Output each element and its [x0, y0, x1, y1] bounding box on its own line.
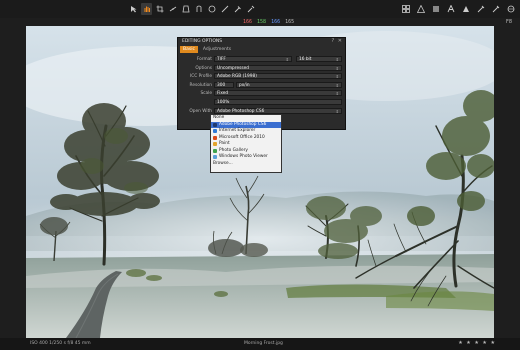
dialog-row: Scale Fixed ⇕ — [178, 90, 345, 97]
straighten-icon[interactable] — [167, 3, 178, 15]
row-field[interactable]: Adobe Photoshop CS6 ⇕ — [214, 107, 342, 114]
row-field[interactable]: 300 — [214, 81, 234, 88]
row-value: Fixed — [217, 91, 229, 97]
option-label: Browse... — [213, 160, 233, 166]
row-value: 300 — [217, 82, 226, 88]
chevron-updown-icon: ⇕ — [285, 57, 289, 62]
app-icon — [213, 155, 217, 160]
chevron-updown-icon: ⇕ — [335, 108, 339, 114]
app-icon — [213, 142, 217, 147]
dialog-tabs: Basic Adjustments — [180, 46, 234, 53]
dialog-row: 100% — [178, 99, 345, 106]
bottom-status-bar: ISO 400 1/250 s f/8 45 mm Morning Frost.… — [0, 338, 520, 350]
red-value: 166 — [243, 19, 253, 25]
chevron-updown-icon: ⇕ — [335, 57, 339, 62]
filename-label: Morning Frost.jpg — [244, 341, 283, 346]
image-viewer[interactable]: EDITING OPTIONS ? ✕ Basic Adjustments Fo… — [26, 26, 494, 338]
row-label: Format — [196, 57, 212, 62]
row-extra-value: px/in — [239, 82, 250, 88]
exposure-icon[interactable] — [460, 3, 471, 15]
row-label: Scale — [200, 91, 212, 97]
row-value: Adobe Photoshop CS6 — [217, 108, 265, 114]
right-tools — [400, 3, 516, 15]
dialog-row: Options Uncompressed ⇕ — [178, 64, 345, 72]
hand-icon[interactable] — [141, 3, 152, 15]
text-icon[interactable] — [445, 3, 456, 15]
app-icon — [213, 148, 217, 153]
close-icon[interactable]: ✕ — [338, 38, 342, 44]
circle-icon[interactable] — [206, 3, 217, 15]
keystone-icon[interactable] — [180, 3, 191, 15]
app-icon — [213, 129, 217, 134]
rating-stars[interactable]: ★ ★ ★ ★ ★ — [458, 340, 496, 346]
eyedropper-icon[interactable] — [245, 3, 256, 15]
dialog-title: EDITING OPTIONS — [182, 39, 223, 44]
chevron-updown-icon: ⇕ — [335, 91, 339, 97]
row-field[interactable]: Adobe RGB (1998) ⇕ — [214, 73, 342, 80]
tool-group — [128, 3, 256, 15]
chevron-updown-icon: ⇕ — [335, 82, 339, 88]
help-icon[interactable]: ? — [332, 38, 335, 44]
row-extra-field[interactable]: px/in ⇕ — [236, 81, 342, 88]
crop-icon[interactable] — [154, 3, 165, 15]
dialog-controls: ? ✕ — [332, 38, 342, 44]
row-field[interactable]: 100% — [214, 99, 342, 105]
row-field[interactable]: TIFF ⇕ — [214, 56, 292, 62]
green-value: 158 — [257, 19, 267, 25]
pick-icon[interactable] — [475, 3, 486, 15]
rgb-readout: 166 158 166 165 — [243, 19, 299, 25]
tab-basic[interactable]: Basic — [180, 46, 198, 53]
row-field[interactable]: Fixed ⇕ — [214, 90, 342, 97]
chevron-updown-icon: ⇕ — [335, 65, 339, 71]
spot-icon[interactable] — [193, 3, 204, 15]
wb-icon[interactable] — [505, 3, 516, 15]
select-icon[interactable] — [128, 3, 139, 15]
blue-value: 166 — [271, 19, 281, 25]
picker-icon[interactable] — [232, 3, 243, 15]
row-label: Options — [195, 65, 212, 71]
exif-info: ISO 400 1/250 s f/8 45 mm — [30, 341, 91, 346]
dialog-row: ICC Profile Adobe RGB (1998) ⇕ — [178, 73, 345, 80]
row-value: TIFF — [217, 57, 226, 62]
row-value: 100% — [217, 100, 230, 105]
open-with-dropdown: None Adobe Photoshop CS6 Internet Explorer… — [210, 114, 282, 173]
row-label: ICC Profile — [190, 74, 212, 80]
row-label: Resolution — [189, 82, 212, 88]
status-right: F8 — [505, 19, 512, 25]
row-value: Adobe RGB (1998) — [217, 74, 257, 80]
dropdown-option[interactable]: Browse... — [211, 161, 281, 168]
app-icon — [213, 122, 217, 127]
brush-icon[interactable] — [219, 3, 230, 15]
picker-icon[interactable] — [490, 3, 501, 15]
row-field[interactable]: Uncompressed ⇕ — [214, 64, 342, 71]
grid-icon[interactable] — [400, 3, 411, 15]
row-value: Uncompressed — [217, 65, 249, 71]
tab-adjustments[interactable]: Adjustments — [200, 46, 234, 53]
row-label: Open With — [189, 108, 212, 114]
lum-value: 165 — [285, 19, 295, 25]
app-icon — [213, 135, 217, 140]
top-toolbar: 166 158 166 165 F8 — [0, 0, 520, 25]
dialog-row: Format TIFF ⇕ 16 bit ⇕ — [178, 56, 345, 63]
layers-icon[interactable] — [430, 3, 441, 15]
warning-icon[interactable] — [415, 3, 426, 15]
row-extra-value: 16 bit — [299, 57, 312, 62]
row-extra-field[interactable]: 16 bit ⇕ — [296, 56, 342, 62]
chevron-updown-icon: ⇕ — [335, 74, 339, 80]
dialog-row: Resolution 300 px/in ⇕ — [178, 81, 345, 89]
